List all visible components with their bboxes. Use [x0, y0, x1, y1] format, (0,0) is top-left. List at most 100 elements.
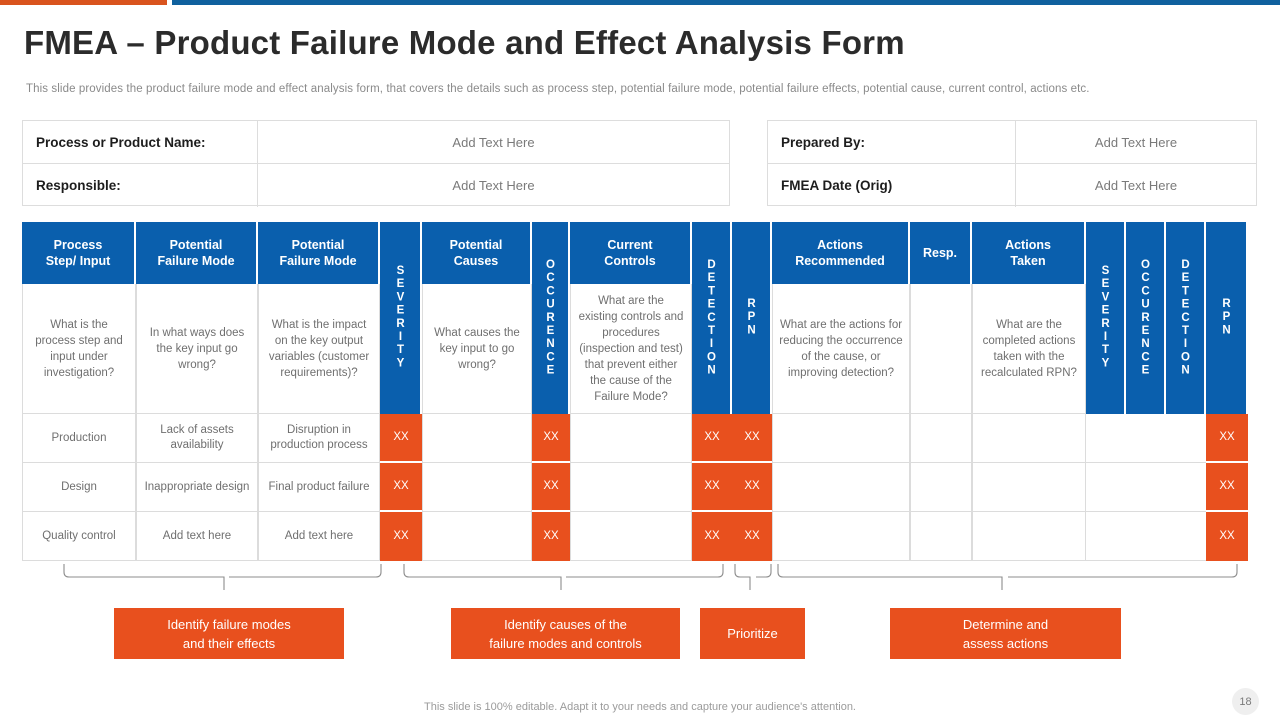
column-header-vertical: SEVERITY — [1086, 222, 1126, 414]
table-cell[interactable]: Production — [22, 414, 136, 463]
table-cell[interactable] — [422, 463, 532, 512]
table-cell-score[interactable]: XX — [692, 512, 732, 561]
table-cell-score[interactable]: XX — [532, 512, 570, 561]
column-header-label: OCCURENCE — [1139, 258, 1152, 378]
table-cell-score[interactable]: XX — [692, 463, 732, 512]
column-header: Current Controls — [570, 222, 692, 284]
table-cell-score[interactable]: XX — [380, 414, 422, 463]
table-cell-score[interactable]: XX — [532, 414, 570, 463]
table-cell[interactable] — [772, 463, 910, 512]
table-cell[interactable] — [570, 463, 692, 512]
fmea-column-4: SEVERITY XX XX XX — [380, 222, 422, 565]
table-cell[interactable] — [1126, 414, 1166, 463]
info-row-prepared-by: Prepared By: Add Text Here — [768, 121, 1256, 164]
table-cell[interactable] — [1086, 414, 1126, 463]
table-cell[interactable] — [1166, 463, 1206, 512]
table-cell[interactable] — [972, 512, 1086, 561]
column-header: Actions Taken — [972, 222, 1086, 284]
table-cell[interactable] — [1086, 512, 1126, 561]
column-description: What is the process step and input under… — [22, 284, 136, 414]
column-header: Actions Recommended — [772, 222, 910, 284]
column-header: Potential Causes — [422, 222, 532, 284]
table-cell[interactable] — [772, 512, 910, 561]
column-description: What are the completed actions taken wit… — [972, 284, 1086, 414]
callout-identify-failure-modes[interactable]: Identify failure modes and their effects — [114, 608, 344, 659]
column-header-vertical: OCCURENCE — [1126, 222, 1166, 414]
callout-determine-assess-actions[interactable]: Determine and assess actions — [890, 608, 1121, 659]
column-header: Potential Failure Mode — [136, 222, 258, 284]
info-value-prepared-by[interactable]: Add Text Here — [1016, 121, 1256, 163]
table-cell[interactable]: Add text here — [258, 512, 380, 561]
fmea-column-11: Resp. — [910, 222, 972, 565]
column-header-label: RPN — [745, 298, 758, 338]
table-cell[interactable]: Final product failure — [258, 463, 380, 512]
fmea-column-10: Actions Recommended What are the actions f… — [772, 222, 910, 565]
table-cell[interactable]: Inappropriate design — [136, 463, 258, 512]
callout-label: Identify causes of the failure modes and … — [489, 616, 642, 651]
table-cell[interactable] — [1126, 463, 1166, 512]
column-header-vertical: RPN — [1206, 222, 1248, 414]
callout-identify-causes[interactable]: Identify causes of the failure modes and … — [451, 608, 680, 659]
page-number-badge: 18 — [1232, 688, 1259, 715]
table-cell[interactable] — [1166, 414, 1206, 463]
accent-bar-orange — [0, 0, 167, 5]
table-cell-score[interactable]: XX — [1206, 463, 1248, 512]
info-box-right: Prepared By: Add Text Here FMEA Date (Or… — [767, 120, 1257, 207]
table-cell[interactable]: Add text here — [136, 512, 258, 561]
column-header-label: RPN — [1220, 298, 1233, 338]
column-header-label: DETECTION — [705, 258, 718, 378]
info-row-process-name: Process or Product Name: Add Text Here — [23, 121, 729, 164]
table-cell[interactable]: Design — [22, 463, 136, 512]
info-label-responsible: Responsible: — [23, 164, 258, 207]
table-cell-score[interactable]: XX — [380, 463, 422, 512]
table-cell[interactable] — [772, 414, 910, 463]
bracket-connectors — [63, 564, 1238, 590]
table-cell-score[interactable]: XX — [732, 414, 772, 463]
fmea-column-12: Actions Taken What are the completed actio… — [972, 222, 1086, 565]
table-cell[interactable] — [972, 463, 1086, 512]
fmea-column-8: DETECTION XX XX XX — [692, 222, 732, 565]
table-cell-score[interactable]: XX — [1206, 414, 1248, 463]
fmea-column-16: RPN XX XX XX — [1206, 222, 1248, 565]
table-cell[interactable] — [910, 512, 972, 561]
info-box-left: Process or Product Name: Add Text Here R… — [22, 120, 730, 207]
info-row-responsible: Responsible: Add Text Here — [23, 164, 729, 207]
table-cell-score[interactable]: XX — [732, 512, 772, 561]
info-value-responsible[interactable]: Add Text Here — [258, 164, 729, 207]
column-header-vertical: SEVERITY — [380, 222, 422, 414]
column-header-vertical: OCCURENCE — [532, 222, 570, 414]
table-cell-score[interactable]: XX — [732, 463, 772, 512]
column-description: What are the actions for reducing the oc… — [772, 284, 910, 414]
table-cell-score[interactable]: XX — [1206, 512, 1248, 561]
table-cell[interactable]: Disruption in production process — [258, 414, 380, 463]
fmea-table: Process Step/ Input What is the process st… — [22, 222, 1257, 565]
info-row-fmea-date: FMEA Date (Orig) Add Text Here — [768, 164, 1256, 207]
table-cell[interactable] — [570, 414, 692, 463]
table-cell[interactable] — [1086, 463, 1126, 512]
table-cell-score[interactable]: XX — [380, 512, 422, 561]
callout-label: Determine and assess actions — [962, 616, 1049, 651]
fmea-column-5: Potential Causes What causes the key input… — [422, 222, 532, 565]
table-cell[interactable] — [1126, 512, 1166, 561]
column-header: Potential Failure Mode — [258, 222, 380, 284]
fmea-column-6: OCCURENCE XX XX XX — [532, 222, 570, 565]
table-cell[interactable]: Lack of assets availability — [136, 414, 258, 463]
table-cell[interactable] — [422, 512, 532, 561]
callout-prioritize[interactable]: Prioritize — [700, 608, 805, 659]
callout-label: Identify failure modes and their effects — [167, 616, 291, 651]
info-label-prepared-by: Prepared By: — [768, 121, 1016, 163]
table-cell-score[interactable]: XX — [532, 463, 570, 512]
table-cell[interactable] — [972, 414, 1086, 463]
table-cell[interactable] — [910, 414, 972, 463]
table-cell-score[interactable]: XX — [692, 414, 732, 463]
table-cell[interactable] — [910, 463, 972, 512]
table-cell[interactable] — [570, 512, 692, 561]
table-cell[interactable] — [422, 414, 532, 463]
table-cell[interactable]: Quality control — [22, 512, 136, 561]
info-value-process-name[interactable]: Add Text Here — [258, 121, 729, 163]
info-value-fmea-date[interactable]: Add Text Here — [1016, 164, 1256, 207]
table-cell[interactable] — [1166, 512, 1206, 561]
callout-label: Prioritize — [727, 626, 778, 641]
fmea-column-13: SEVERITY — [1086, 222, 1126, 565]
column-header-label: SEVERITY — [1099, 265, 1112, 371]
